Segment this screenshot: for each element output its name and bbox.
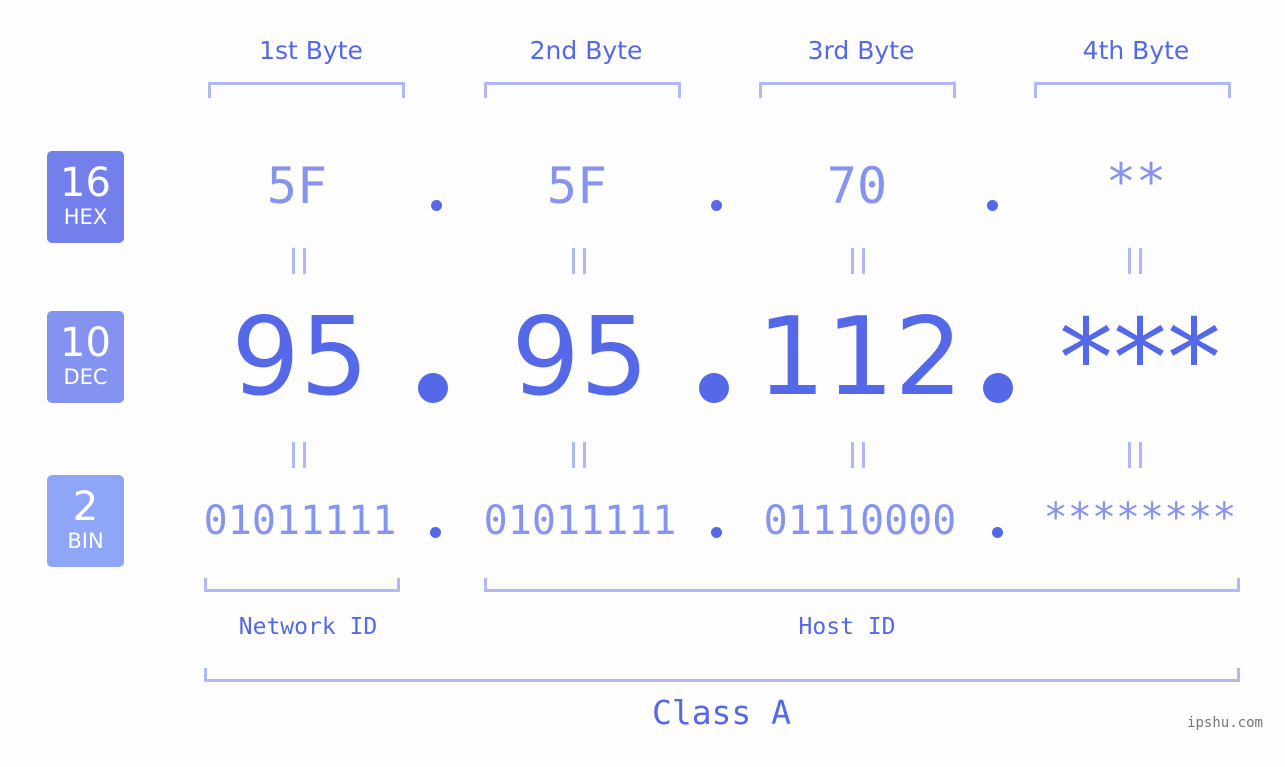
bin-separator-dot — [711, 527, 722, 538]
hex-byte-2: 5F — [546, 157, 608, 215]
dec-separator-dot — [699, 373, 729, 403]
byte-bracket-1 — [208, 82, 405, 98]
class-label: Class A — [651, 693, 792, 732]
dec-badge: 10 DEC — [47, 311, 124, 403]
dec-byte-4: *** — [1059, 297, 1221, 422]
bin-byte-1: 01011111 — [203, 498, 397, 544]
bin-byte-4: ******** — [1043, 495, 1237, 541]
dec-byte-1: 95 — [231, 295, 369, 420]
dec-byte-2: 95 — [511, 295, 649, 420]
dec-separator-dot — [418, 373, 448, 403]
bin-base: 2 — [72, 484, 99, 530]
hex-base: 16 — [60, 160, 111, 206]
class-bracket — [204, 668, 1240, 682]
hex-byte-4: ** — [1105, 153, 1167, 211]
hex-separator-dot — [987, 200, 998, 211]
byte-bracket-3 — [759, 82, 956, 98]
equals-icon — [1128, 442, 1142, 468]
equals-icon — [572, 442, 586, 468]
equals-icon — [292, 442, 306, 468]
hex-label: HEX — [63, 205, 108, 229]
hex-separator-dot — [711, 200, 722, 211]
hex-badge: 16 HEX — [47, 151, 124, 243]
dec-separator-dot — [983, 373, 1013, 403]
hex-byte-3: 70 — [826, 157, 888, 215]
equals-icon — [292, 248, 306, 274]
bin-separator-dot — [430, 527, 441, 538]
byte-header-3: 3rd Byte — [807, 36, 915, 65]
byte-header-2: 2nd Byte — [529, 36, 643, 65]
dec-label: DEC — [63, 365, 108, 389]
hex-separator-dot — [431, 200, 442, 211]
dec-byte-3: 112 — [756, 295, 964, 420]
network-id-bracket — [204, 578, 400, 592]
equals-icon — [851, 442, 865, 468]
equals-icon — [572, 248, 586, 274]
bin-byte-2: 01011111 — [483, 498, 677, 544]
dec-base: 10 — [60, 320, 111, 366]
bin-separator-dot — [992, 527, 1003, 538]
host-id-bracket — [484, 578, 1240, 592]
watermark: ipshu.com — [1187, 715, 1263, 731]
equals-icon — [1128, 248, 1142, 274]
byte-header-4: 4th Byte — [1082, 36, 1190, 65]
host-id-label: Host ID — [798, 614, 896, 640]
byte-bracket-4 — [1034, 82, 1231, 98]
bin-label: BIN — [67, 529, 104, 553]
byte-header-1: 1st Byte — [259, 36, 363, 65]
hex-byte-1: 5F — [266, 157, 328, 215]
bin-badge: 2 BIN — [47, 475, 124, 567]
byte-bracket-2 — [484, 82, 681, 98]
network-id-label: Network ID — [238, 614, 378, 640]
equals-icon — [851, 248, 865, 274]
bin-byte-3: 01110000 — [763, 498, 957, 544]
